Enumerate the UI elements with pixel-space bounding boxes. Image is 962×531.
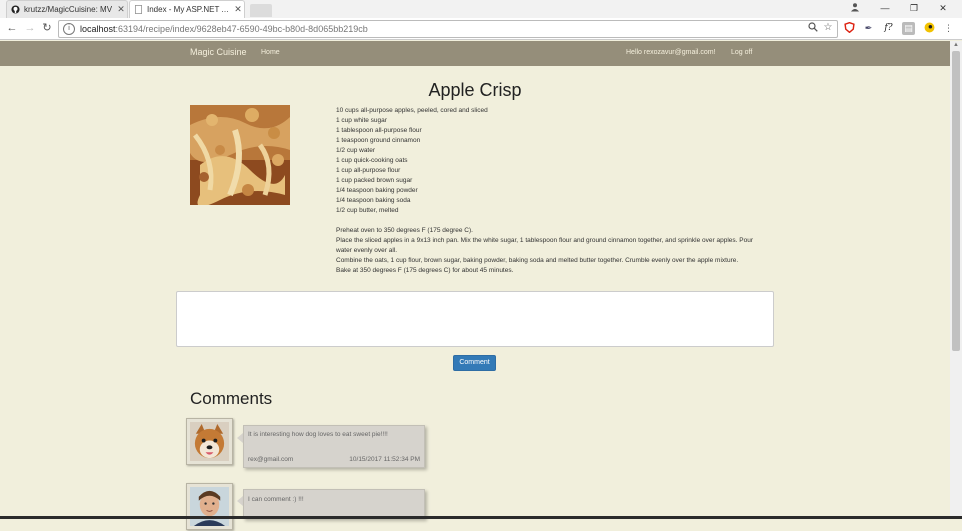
nav-home-link[interactable]: Home bbox=[261, 49, 280, 56]
info-icon[interactable]: i bbox=[63, 23, 75, 35]
yellow-extension-icon[interactable] bbox=[923, 22, 936, 35]
back-arrow-icon[interactable]: ← bbox=[5, 20, 19, 36]
comment-text: I can comment :) !!! bbox=[248, 496, 304, 503]
comment-date: 10/15/2017 11:52:34 PM bbox=[349, 456, 420, 463]
address-bar[interactable]: i localhost:63194/recipe/index/9628eb47-… bbox=[58, 20, 838, 38]
github-icon bbox=[11, 5, 20, 14]
site-navbar bbox=[0, 41, 950, 66]
comment-card: I can comment :) !!! bbox=[243, 489, 425, 519]
url-host: localhost bbox=[80, 24, 116, 34]
tab-title: krutzz/MagicCuisine: MV bbox=[24, 5, 113, 14]
tab-title: Index - My ASP.NET App bbox=[147, 5, 232, 14]
browser-tab-index[interactable]: Index - My ASP.NET App ✕ bbox=[129, 0, 245, 18]
profile-icon[interactable] bbox=[848, 2, 862, 14]
zoom-icon[interactable] bbox=[807, 22, 819, 34]
ingredient-item: 1 cup all-purpose flour bbox=[336, 167, 401, 174]
direction-step: Place the sliced apples in a 9x13 inch p… bbox=[336, 237, 753, 254]
ingredient-item: 1 cup quick-cooking oats bbox=[336, 157, 408, 164]
page-icon bbox=[134, 5, 143, 14]
direction-step: Combine the oats, 1 cup flour, brown sug… bbox=[336, 257, 739, 264]
recipe-image bbox=[190, 105, 290, 205]
browser-tab-github[interactable]: krutzz/MagicCuisine: MV ✕ bbox=[6, 0, 128, 18]
direction-step: Bake at 350 degrees F (175 degrees C) fo… bbox=[336, 267, 514, 274]
ingredient-item: 10 cups all-purpose apples, peeled, core… bbox=[336, 107, 488, 114]
close-window-icon[interactable]: ✕ bbox=[936, 2, 950, 14]
url-path: :63194/recipe/index/9628eb47-6590-49bc-b… bbox=[115, 24, 368, 34]
ingredient-item: 1 cup packed brown sugar bbox=[336, 177, 413, 184]
formula-extension-icon[interactable]: f? bbox=[882, 22, 895, 35]
ingredient-item: 1/4 teaspoon baking powder bbox=[336, 187, 418, 194]
bookmark-star-icon[interactable]: ☆ bbox=[822, 22, 834, 34]
shield-extension-icon[interactable] bbox=[843, 21, 856, 35]
comment-card: It is interesting how dog loves to eat s… bbox=[243, 425, 425, 468]
comment-textarea[interactable] bbox=[176, 291, 774, 347]
menu-dots-icon[interactable]: ⋮ bbox=[942, 22, 955, 35]
directions-list: Preheat oven to 350 degrees F (175 degre… bbox=[336, 226, 756, 276]
site-brand-link[interactable]: Magic Cuisine bbox=[190, 47, 247, 57]
ingredient-item: 1 tablespoon all-purpose flour bbox=[336, 127, 422, 134]
ingredient-item: 1/2 cup water bbox=[336, 147, 376, 154]
dog-avatar-icon bbox=[190, 422, 229, 461]
ingredient-item: 1/2 cup butter, melted bbox=[336, 207, 399, 214]
restore-icon[interactable]: ❐ bbox=[907, 2, 921, 14]
comment-text: It is interesting how dog loves to eat s… bbox=[248, 431, 388, 438]
avatar bbox=[186, 418, 233, 465]
recipe-title: Apple Crisp bbox=[428, 80, 522, 100]
minimize-icon[interactable]: — bbox=[878, 2, 892, 14]
logoff-link[interactable]: Log off bbox=[731, 49, 752, 56]
eyedropper-extension-icon[interactable]: ✒ bbox=[862, 22, 875, 35]
direction-step: Preheat oven to 350 degrees F (175 degre… bbox=[336, 227, 473, 234]
person-avatar-icon bbox=[190, 487, 229, 526]
close-tab-icon[interactable]: ✕ bbox=[115, 4, 127, 15]
scroll-up-arrow-icon[interactable]: ▲ bbox=[951, 41, 961, 50]
scrollbar-thumb[interactable] bbox=[952, 51, 960, 351]
ingredient-item: 1 teaspoon ground cinnamon bbox=[336, 137, 421, 144]
comment-submit-button[interactable]: Comment bbox=[453, 355, 496, 371]
new-tab-button[interactable] bbox=[250, 4, 272, 17]
close-tab-icon[interactable]: ✕ bbox=[232, 4, 244, 15]
comment-author: rex@gmail.com bbox=[248, 456, 294, 463]
forward-arrow-icon[interactable]: → bbox=[23, 20, 37, 36]
comments-heading: Comments bbox=[190, 389, 273, 408]
pdf-extension-icon[interactable]: ▤ bbox=[902, 22, 915, 35]
reload-icon[interactable]: ↻ bbox=[40, 20, 54, 36]
ingredient-item: 1 cup white sugar bbox=[336, 117, 387, 124]
avatar bbox=[186, 483, 233, 530]
ingredients-list: 10 cups all-purpose apples, peeled, core… bbox=[336, 106, 756, 216]
ingredient-item: 1/4 teaspoon baking soda bbox=[336, 197, 411, 204]
user-greeting-link[interactable]: Hello rexozavur@gmail.com! bbox=[626, 49, 716, 56]
